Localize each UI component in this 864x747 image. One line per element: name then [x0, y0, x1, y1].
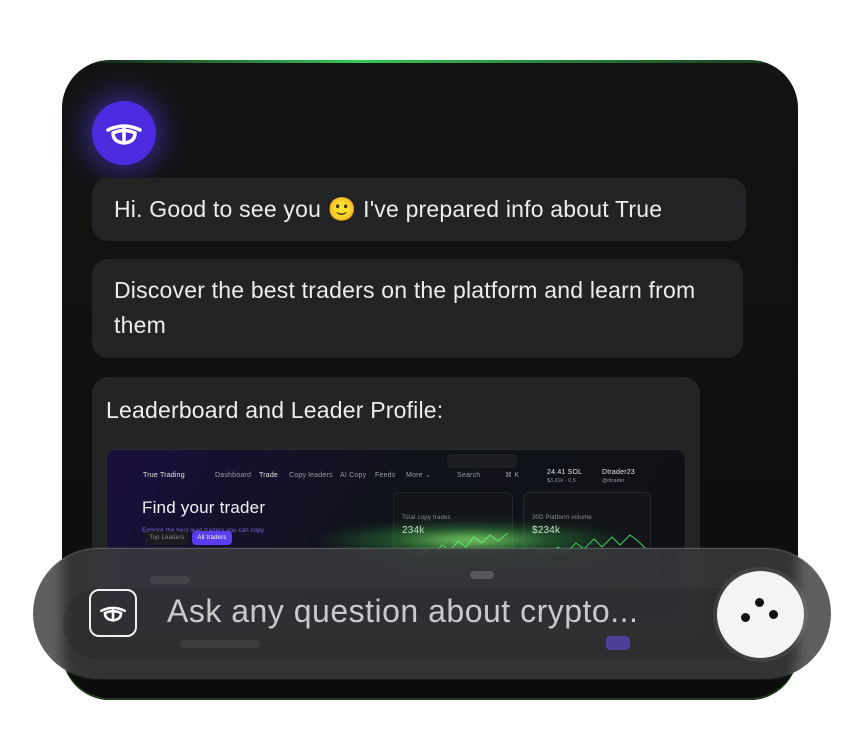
true-logo-icon: [89, 589, 137, 637]
assistant-avatar: [92, 101, 156, 165]
preview-nav-item: Trade: [259, 472, 279, 479]
chat-message-greeting: Hi. Good to see you 🙂 I've prepared info…: [92, 178, 746, 241]
dots-icon: [769, 610, 778, 619]
blurred-content: [180, 640, 260, 648]
preview-nav-item: Copy leaders: [289, 472, 333, 479]
preview-tab-top-leaders: Top Leaders: [145, 531, 189, 545]
preview-brand: True Trading: [143, 472, 185, 479]
send-button[interactable]: [717, 571, 804, 658]
preview-nav-item: AI Copy: [340, 472, 367, 479]
preview-search-placeholder: Search: [457, 472, 481, 479]
preview-nav-item: More ⌄: [406, 472, 431, 479]
blurred-content: [150, 576, 190, 584]
chat-message-discover: Discover the best traders on the platfor…: [92, 259, 743, 358]
message-text: Discover the best traders on the platfor…: [114, 277, 696, 338]
preview-nav-item: Dashboard: [215, 472, 252, 479]
preview-nav-item: Feeds: [375, 472, 396, 479]
blurred-content: [606, 636, 630, 650]
message-text: Hi. Good to see you 🙂 I've prepared info…: [114, 196, 663, 222]
preview-tab-all-traders: All traders: [192, 531, 232, 545]
blurred-content: [470, 571, 494, 579]
true-logo-icon: [106, 124, 142, 145]
preview-navbar: True Trading Dashboard Trade Copy leader…: [107, 450, 685, 484]
preview-search-shortcut: ⌘ K: [505, 472, 520, 479]
chat-input-placeholder[interactable]: Ask any question about crypto...: [167, 593, 638, 630]
dots-icon: [741, 613, 750, 622]
dots-icon: [755, 598, 764, 607]
message-text: Leaderboard and Leader Profile:: [106, 397, 444, 423]
